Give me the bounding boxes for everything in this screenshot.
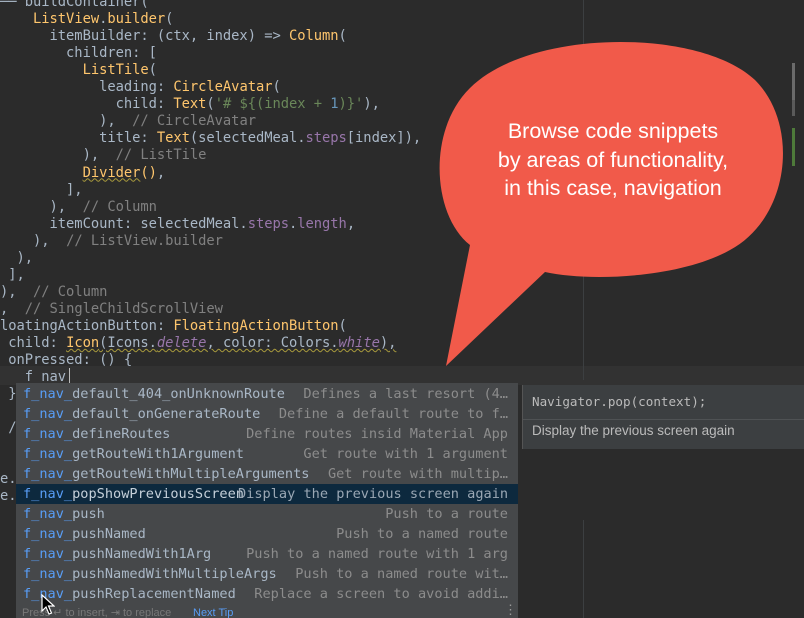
completion-item-description: Defines a last resort (4… (303, 386, 508, 402)
completion-item[interactable]: f_nav_default_onGenerateRoute Define a de… (16, 404, 518, 424)
matched-prefix: f_nav_ (23, 486, 73, 502)
callout-line: by areas of functionality, (497, 147, 729, 172)
matched-prefix: f_nav_ (23, 546, 73, 562)
completion-item-description: Define routes insid Material App (246, 426, 508, 442)
completion-item[interactable]: f_nav_push Push to a route (16, 504, 518, 524)
completion-item-suffix: pushNamed (72, 526, 146, 542)
matched-prefix: f_nav_ (23, 506, 73, 522)
next-tip-link[interactable]: Next Tip (193, 607, 233, 618)
completion-footer: Press ↵ to insert, ⇥ to replace Next Tip… (16, 603, 518, 618)
doc-code-sample: Navigator.pop(context); (532, 394, 707, 409)
completion-item[interactable]: f_nav_popShowPreviousScreen Display the p… (16, 484, 518, 504)
completion-item-description: Push to a named route with 1 arg (246, 546, 508, 562)
completion-item-suffix: getRouteWith1Argument (72, 446, 244, 462)
completion-item[interactable]: f_nav_default_404_onUnknownRoute Defines … (16, 384, 518, 404)
matched-prefix: f_nav_ (23, 426, 73, 442)
matched-prefix: f_nav_ (23, 526, 73, 542)
matched-prefix: f_nav_ (23, 406, 73, 422)
completion-popup[interactable]: f_nav_default_404_onUnknownRoute Defines … (16, 383, 518, 618)
completion-item-description: Replace a screen to avoid addi… (254, 586, 508, 602)
completion-item-suffix: push (72, 506, 105, 522)
matched-prefix: f_nav_ (23, 466, 73, 482)
mouse-pointer-icon (41, 594, 55, 615)
callout-line: Browse code snippets (507, 119, 719, 143)
completion-item-name: f_nav_getRouteWith1Argument (23, 444, 244, 464)
completion-item-description: Push to a route (385, 506, 508, 522)
completion-item[interactable]: f_nav_getRouteWith1Argument Get route wit… (16, 444, 518, 464)
matched-prefix: f_nav_ (23, 566, 73, 582)
completion-item-suffix: pushReplacementNamed (72, 586, 236, 602)
completion-item-suffix: popShowPreviousScreen (72, 486, 244, 502)
doc-divider (523, 419, 804, 420)
completion-item-name: f_nav_defineRoutes (23, 424, 170, 444)
callout-text: Browse code snippets by areas of functio… (452, 117, 774, 203)
completion-item-name: f_nav_push (23, 504, 105, 524)
completion-item[interactable]: f_nav_pushNamed Push to a named route (16, 524, 518, 544)
completion-item-description: Get route with 1 argument (303, 446, 508, 462)
completion-item-description: Push to a named route wit… (295, 566, 508, 582)
completion-item[interactable]: f_nav_pushNamedWithMultipleArgs Push to a… (16, 564, 518, 584)
completion-item-description: Push to a named route (336, 526, 508, 542)
callout-shape (439, 41, 783, 367)
matched-prefix: f_nav_ (23, 446, 73, 462)
completion-item[interactable]: f_nav_getRouteWithMultipleArguments Get r… (16, 464, 518, 484)
completion-item[interactable]: f_nav_pushReplacementNamed Replace a scre… (16, 584, 518, 604)
completion-item-suffix: default_onGenerateRoute (72, 406, 261, 422)
doc-description: Display the previous screen again (532, 423, 735, 438)
completion-item-name: f_nav_pushNamed (23, 524, 146, 544)
completion-item-description: Display the previous screen again (238, 486, 508, 502)
completion-item[interactable]: f_nav_defineRoutes Define routes insid Ma… (16, 424, 518, 444)
completion-item-name: f_nav_pushNamedWith1Arg (23, 544, 211, 564)
callout-line: in this case, navigation (504, 176, 722, 200)
documentation-popup: Navigator.pop(context); Display the prev… (522, 385, 804, 449)
completion-item[interactable]: f_nav_pushNamedWith1Arg Push to a named r… (16, 544, 518, 564)
matched-prefix: f_nav_ (23, 386, 73, 402)
completion-item-name: f_nav_popShowPreviousScreen (23, 484, 244, 504)
completion-item-suffix: defineRoutes (72, 426, 171, 442)
completion-item-name: f_nav_default_onGenerateRoute (23, 404, 260, 424)
completion-item-suffix: pushNamedWith1Arg (72, 546, 212, 562)
vertical-ellipsis-icon[interactable]: ⋮ (504, 603, 517, 616)
completion-item-description: Get route with multip… (327, 466, 508, 482)
completion-item-description: Define a default route to f… (278, 406, 508, 422)
